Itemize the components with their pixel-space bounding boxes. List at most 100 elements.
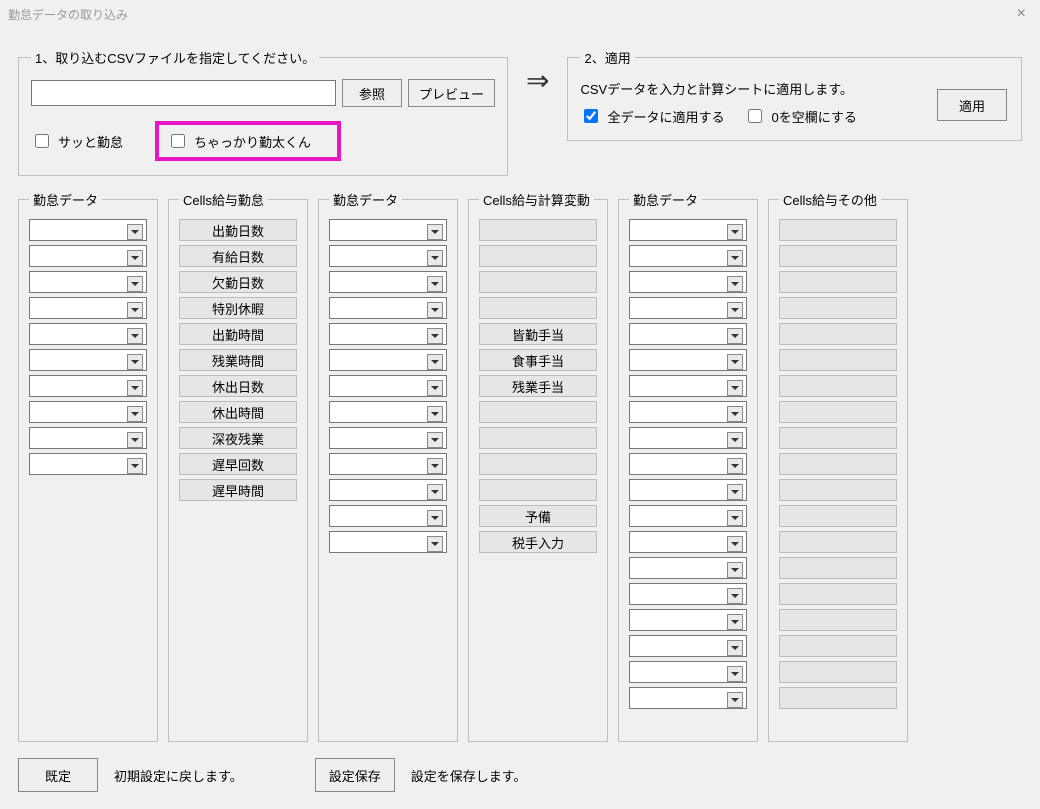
checkbox-satto-kintai[interactable]: サッと勤怠	[31, 131, 123, 151]
checkbox-chakkari-kinta-input[interactable]	[171, 134, 185, 148]
highlight-chakkari: ちゃっかり勤太くん	[155, 121, 341, 161]
col-e-combo-3[interactable]	[629, 297, 747, 319]
col-f-label-5	[779, 349, 897, 371]
close-icon[interactable]: ×	[1011, 5, 1032, 23]
col-f-label-7	[779, 401, 897, 423]
col-e-combo-16[interactable]	[629, 635, 747, 657]
column-kintai-data-1: 勤怠データ	[18, 190, 158, 742]
checkbox-satto-kintai-input[interactable]	[35, 134, 49, 148]
col-f-label-12	[779, 531, 897, 553]
col-e-combo-4[interactable]	[629, 323, 747, 345]
col-c-combo-8[interactable]	[329, 427, 447, 449]
col-f-label-4	[779, 323, 897, 345]
col-e-combo-18[interactable]	[629, 687, 747, 709]
col-e-combo-12[interactable]	[629, 531, 747, 553]
col-d-label-7	[479, 401, 597, 423]
browse-button[interactable]: 参照	[342, 79, 402, 107]
section2-legend: 2、適用	[580, 48, 634, 67]
column-e-legend: 勤怠データ	[629, 190, 702, 209]
window-title: 勤怠データの取り込み	[8, 6, 128, 23]
column-c-legend: 勤怠データ	[329, 190, 402, 209]
col-a-combo-2[interactable]	[29, 271, 147, 293]
arrow-icon: ⇒	[522, 48, 553, 97]
col-c-combo-6[interactable]	[329, 375, 447, 397]
col-a-combo-5[interactable]	[29, 349, 147, 371]
col-a-combo-9[interactable]	[29, 453, 147, 475]
apply-button[interactable]: 適用	[937, 89, 1007, 121]
col-e-combo-11[interactable]	[629, 505, 747, 527]
col-c-combo-3[interactable]	[329, 297, 447, 319]
section-csv-file: 1、取り込むCSVファイルを指定してください。 参照 プレビュー サッと勤怠 ち…	[18, 48, 508, 176]
col-f-label-9	[779, 453, 897, 475]
csv-path-input[interactable]	[31, 80, 336, 106]
col-b-label-8: 深夜残業	[179, 427, 297, 449]
preview-button[interactable]: プレビュー	[408, 79, 495, 107]
save-settings-text: 設定を保存します。	[411, 766, 527, 785]
col-e-combo-0[interactable]	[629, 219, 747, 241]
col-a-combo-7[interactable]	[29, 401, 147, 423]
col-b-label-7: 休出時間	[179, 401, 297, 423]
col-a-combo-1[interactable]	[29, 245, 147, 267]
col-b-label-3: 特別休暇	[179, 297, 297, 319]
col-c-combo-2[interactable]	[329, 271, 447, 293]
col-c-combo-0[interactable]	[329, 219, 447, 241]
checkbox-satto-kintai-label: サッと勤怠	[58, 132, 123, 151]
col-e-combo-5[interactable]	[629, 349, 747, 371]
col-d-label-11: 予備	[479, 505, 597, 527]
col-e-combo-9[interactable]	[629, 453, 747, 475]
column-kintai-data-3: 勤怠データ	[618, 190, 758, 742]
checkbox-apply-all-input[interactable]	[584, 109, 598, 123]
col-a-combo-6[interactable]	[29, 375, 147, 397]
checkbox-apply-all-label: 全データに適用する	[607, 107, 724, 126]
col-a-combo-8[interactable]	[29, 427, 147, 449]
col-e-combo-13[interactable]	[629, 557, 747, 579]
column-a-legend: 勤怠データ	[29, 190, 102, 209]
save-settings-button[interactable]: 設定保存	[315, 758, 395, 792]
col-c-combo-9[interactable]	[329, 453, 447, 475]
col-a-combo-4[interactable]	[29, 323, 147, 345]
col-e-combo-10[interactable]	[629, 479, 747, 501]
col-e-combo-1[interactable]	[629, 245, 747, 267]
col-f-label-17	[779, 661, 897, 683]
col-c-combo-1[interactable]	[329, 245, 447, 267]
col-e-combo-2[interactable]	[629, 271, 747, 293]
col-f-label-8	[779, 427, 897, 449]
checkbox-apply-all[interactable]: 全データに適用する	[580, 106, 724, 126]
checkbox-chakkari-kinta[interactable]: ちゃっかり勤太くん	[167, 131, 311, 151]
col-c-combo-5[interactable]	[329, 349, 447, 371]
column-kintai-data-2: 勤怠データ	[318, 190, 458, 742]
checkbox-zero-blank-label: 0を空欄にする	[771, 107, 856, 126]
col-f-label-3	[779, 297, 897, 319]
checkbox-zero-blank[interactable]: 0を空欄にする	[744, 106, 856, 126]
col-d-label-5: 食事手当	[479, 349, 597, 371]
col-c-combo-4[interactable]	[329, 323, 447, 345]
col-b-label-9: 遅早回数	[179, 453, 297, 475]
col-e-combo-14[interactable]	[629, 583, 747, 605]
col-f-label-6	[779, 375, 897, 397]
col-c-combo-12[interactable]	[329, 531, 447, 553]
col-e-combo-7[interactable]	[629, 401, 747, 423]
section-apply: 2、適用 CSVデータを入力と計算シートに適用します。 全データに適用する 0を…	[567, 48, 1022, 141]
col-a-combo-3[interactable]	[29, 297, 147, 319]
col-f-label-14	[779, 583, 897, 605]
col-a-combo-0[interactable]	[29, 219, 147, 241]
col-e-combo-17[interactable]	[629, 661, 747, 683]
col-d-label-3	[479, 297, 597, 319]
col-c-combo-7[interactable]	[329, 401, 447, 423]
column-f-legend: Cells給与その他	[779, 190, 881, 209]
checkbox-zero-blank-input[interactable]	[748, 109, 762, 123]
section1-legend: 1、取り込むCSVファイルを指定してください。	[31, 48, 319, 67]
col-c-combo-11[interactable]	[329, 505, 447, 527]
default-button[interactable]: 既定	[18, 758, 98, 792]
col-f-label-16	[779, 635, 897, 657]
col-f-label-1	[779, 245, 897, 267]
col-e-combo-15[interactable]	[629, 609, 747, 631]
col-c-combo-10[interactable]	[329, 479, 447, 501]
col-b-label-0: 出勤日数	[179, 219, 297, 241]
col-f-label-13	[779, 557, 897, 579]
col-f-label-18	[779, 687, 897, 709]
col-e-combo-8[interactable]	[629, 427, 747, 449]
col-b-label-6: 休出日数	[179, 375, 297, 397]
col-f-label-15	[779, 609, 897, 631]
col-e-combo-6[interactable]	[629, 375, 747, 397]
